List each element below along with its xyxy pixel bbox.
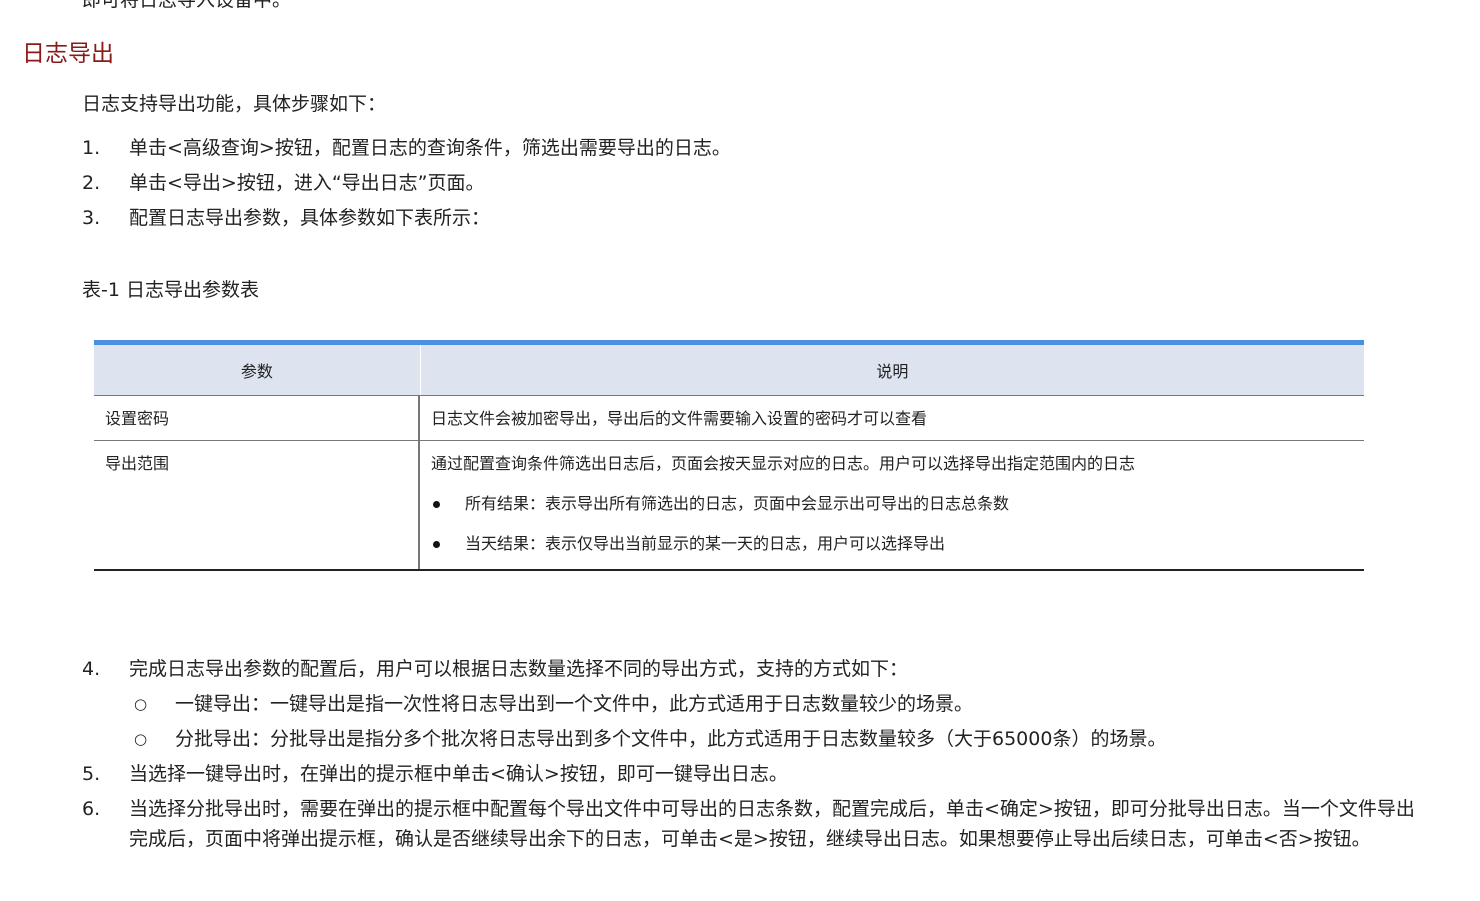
table-cell-bullet: 所有结果：表示导出所有筛选出的日志，页面中会显示出可导出的日志总条数: [431, 493, 1353, 515]
step-text: 当选择一键导出时，在弹出的提示框中单击<确认>按钮，即可一键导出日志。: [129, 763, 788, 785]
section-heading: 日志导出: [22, 41, 114, 67]
table-header-desc: 说明: [876, 362, 909, 381]
step-text: 完成日志导出参数的配置后，用户可以根据日志数量选择不同的导出方式，支持的方式如下…: [129, 658, 909, 680]
circle-bullet-icon: ○: [134, 695, 148, 713]
step-2: 2. 单击<导出>按钮，进入“导出日志”页面。: [82, 168, 1422, 198]
sub-bullet-text: 分批导出：分批导出是指分多个批次将日志导出到多个文件中，此方式适用于日志数量较多…: [175, 728, 1167, 750]
sub-bullet-text: 一键导出：一键导出是指一次性将日志导出到一个文件中，此方式适用于日志数量较少的场…: [175, 693, 974, 715]
table-cell-param: 设置密码: [94, 396, 420, 440]
step-4: 4. 完成日志导出参数的配置后，用户可以根据日志数量选择不同的导出方式，支持的方…: [82, 654, 1422, 684]
step-number: 1.: [82, 137, 101, 159]
step-number: 5.: [82, 763, 101, 785]
step-6: 6. 当选择分批导出时，需要在弹出的提示框中配置每个导出文件中可导出的日志条数，…: [82, 794, 1422, 854]
table-caption: 表-1 日志导出参数表: [82, 279, 259, 301]
table-row: 设置密码 日志文件会被加密导出，导出后的文件需要输入设置的密码才可以查看: [94, 395, 1364, 440]
document-page: 即可将日志导入设备中。 日志导出 日志支持导出功能，具体步骤如下： 1. 单击<…: [0, 0, 1480, 901]
table-cell-param: 导出范围: [94, 441, 420, 569]
step-text: 当选择分批导出时，需要在弹出的提示框中配置每个导出文件中可导出的日志条数，配置完…: [129, 798, 1415, 850]
table-cell-desc-group: 通过配置查询条件筛选出日志后，页面会按天显示对应的日志。用户可以选择导出指定范围…: [420, 441, 1364, 569]
step-text: 配置日志导出参数，具体参数如下表所示：: [129, 207, 491, 229]
sub-bullet-one-click-export: ○ 一键导出：一键导出是指一次性将日志导出到一个文件中，此方式适用于日志数量较少…: [134, 689, 1414, 719]
table-header-param: 参数: [94, 345, 421, 395]
param-table: 参数 说明 设置密码 日志文件会被加密导出，导出后的文件需要输入设置的密码才可以…: [94, 340, 1364, 571]
step-text: 单击<高级查询>按钮，配置日志的查询条件，筛选出需要导出的日志。: [129, 137, 731, 159]
bullet-dot-icon: [433, 541, 440, 548]
step-text: 单击<导出>按钮，进入“导出日志”页面。: [129, 172, 485, 194]
step-1: 1. 单击<高级查询>按钮，配置日志的查询条件，筛选出需要导出的日志。: [82, 133, 1422, 163]
circle-bullet-icon: ○: [134, 730, 148, 748]
step-number: 6.: [82, 798, 101, 820]
sub-bullet-batch-export: ○ 分批导出：分批导出是指分多个批次将日志导出到多个文件中，此方式适用于日志数量…: [134, 724, 1414, 754]
previous-paragraph-fragment: 即可将日志导入设备中。: [82, 0, 292, 11]
step-number: 2.: [82, 172, 101, 194]
table-header-row: 参数 说明: [94, 345, 1364, 395]
step-number: 3.: [82, 207, 101, 229]
bullet-dot-icon: [433, 501, 440, 508]
intro-paragraph: 日志支持导出功能，具体步骤如下：: [82, 93, 387, 115]
bullet-text: 当天结果：表示仅导出当前显示的某一天的日志，用户可以选择导出: [465, 534, 946, 553]
table-cell-bullet: 当天结果：表示仅导出当前显示的某一天的日志，用户可以选择导出: [431, 533, 1353, 555]
table-cell-desc: 通过配置查询条件筛选出日志后，页面会按天显示对应的日志。用户可以选择导出指定范围…: [431, 454, 1136, 473]
bullet-text: 所有结果：表示导出所有筛选出的日志，页面中会显示出可导出的日志总条数: [465, 494, 1010, 513]
step-3: 3. 配置日志导出参数，具体参数如下表所示：: [82, 203, 1422, 233]
step-5: 5. 当选择一键导出时，在弹出的提示框中单击<确认>按钮，即可一键导出日志。: [82, 759, 1422, 789]
table-row: 导出范围 通过配置查询条件筛选出日志后，页面会按天显示对应的日志。用户可以选择导…: [94, 440, 1364, 569]
table-cell-desc: 日志文件会被加密导出，导出后的文件需要输入设置的密码才可以查看: [431, 409, 928, 428]
step-number: 4.: [82, 658, 101, 680]
